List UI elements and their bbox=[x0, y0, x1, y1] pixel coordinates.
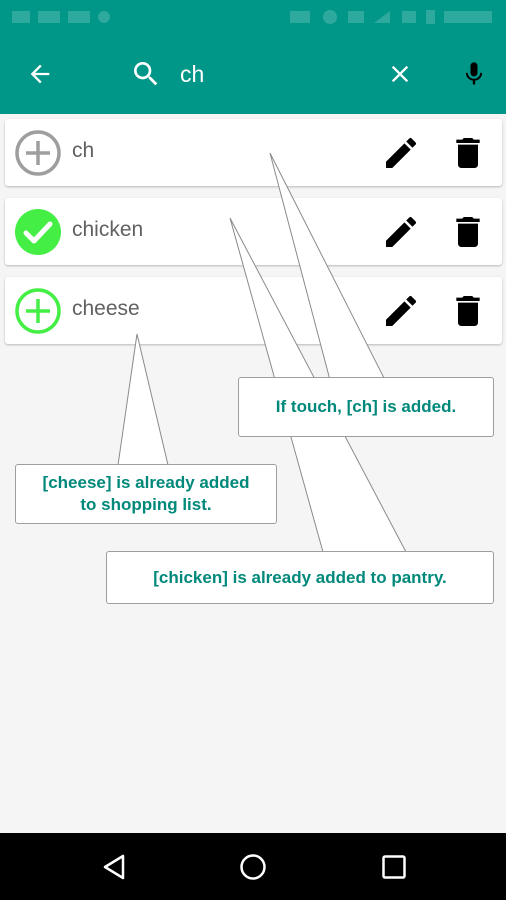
system-navigation-bar bbox=[0, 833, 506, 900]
pencil-icon bbox=[386, 216, 417, 247]
callout-text-line2: to shopping list. bbox=[80, 495, 212, 514]
nav-home-button[interactable] bbox=[233, 847, 273, 887]
callout-text-line1: [cheese] is already added bbox=[42, 473, 250, 492]
added-status-button[interactable] bbox=[13, 207, 63, 257]
list-item-chicken[interactable]: chicken bbox=[5, 198, 502, 265]
edit-button[interactable] bbox=[381, 212, 421, 252]
callout-chicken: [chicken] is already added to pantry. bbox=[106, 551, 494, 604]
callout-touch-add: If touch, [ch] is added. bbox=[238, 377, 494, 437]
trash-icon bbox=[456, 217, 480, 247]
item-label: cheese bbox=[72, 297, 140, 320]
list-item-cheese[interactable]: cheese bbox=[5, 277, 502, 344]
item-label: chicken bbox=[72, 218, 144, 241]
edit-button[interactable] bbox=[381, 291, 421, 331]
item-label: ch bbox=[72, 139, 95, 162]
voice-search-button[interactable] bbox=[452, 52, 496, 96]
trash-icon bbox=[456, 138, 480, 168]
status-icons-left bbox=[12, 8, 132, 26]
microphone-icon bbox=[465, 62, 483, 85]
trash-icon bbox=[456, 296, 480, 326]
delete-button[interactable] bbox=[448, 133, 488, 173]
plus-circle-icon bbox=[15, 288, 61, 334]
square-recents-icon bbox=[382, 855, 406, 879]
clear-search-button[interactable] bbox=[378, 52, 422, 96]
callout-text: [chicken] is already added to pantry. bbox=[153, 567, 447, 587]
callout-cheese: [cheese] is already added to shopping li… bbox=[15, 464, 277, 524]
check-circle-icon bbox=[15, 209, 61, 255]
add-item-button[interactable] bbox=[13, 128, 63, 178]
search-app-bar bbox=[0, 34, 506, 114]
pencil-icon bbox=[386, 295, 417, 326]
status-icons-right bbox=[290, 8, 496, 26]
list-item-ch[interactable]: ch bbox=[5, 119, 502, 186]
arrow-back-icon bbox=[30, 64, 50, 84]
search-icon bbox=[130, 58, 162, 90]
close-icon bbox=[391, 65, 409, 83]
plus-circle-icon bbox=[15, 130, 61, 176]
circle-home-icon bbox=[240, 854, 266, 880]
delete-button[interactable] bbox=[448, 291, 488, 331]
edit-button[interactable] bbox=[381, 133, 421, 173]
status-bar bbox=[0, 0, 506, 34]
back-button[interactable] bbox=[18, 52, 62, 96]
nav-recents-button[interactable] bbox=[374, 847, 414, 887]
add-item-button[interactable] bbox=[13, 286, 63, 336]
delete-button[interactable] bbox=[448, 212, 488, 252]
callout-text: If touch, [ch] is added. bbox=[275, 397, 457, 416]
search-input[interactable] bbox=[180, 56, 370, 92]
triangle-back-icon bbox=[103, 854, 125, 880]
nav-back-button[interactable] bbox=[95, 847, 135, 887]
pencil-icon bbox=[386, 137, 417, 168]
